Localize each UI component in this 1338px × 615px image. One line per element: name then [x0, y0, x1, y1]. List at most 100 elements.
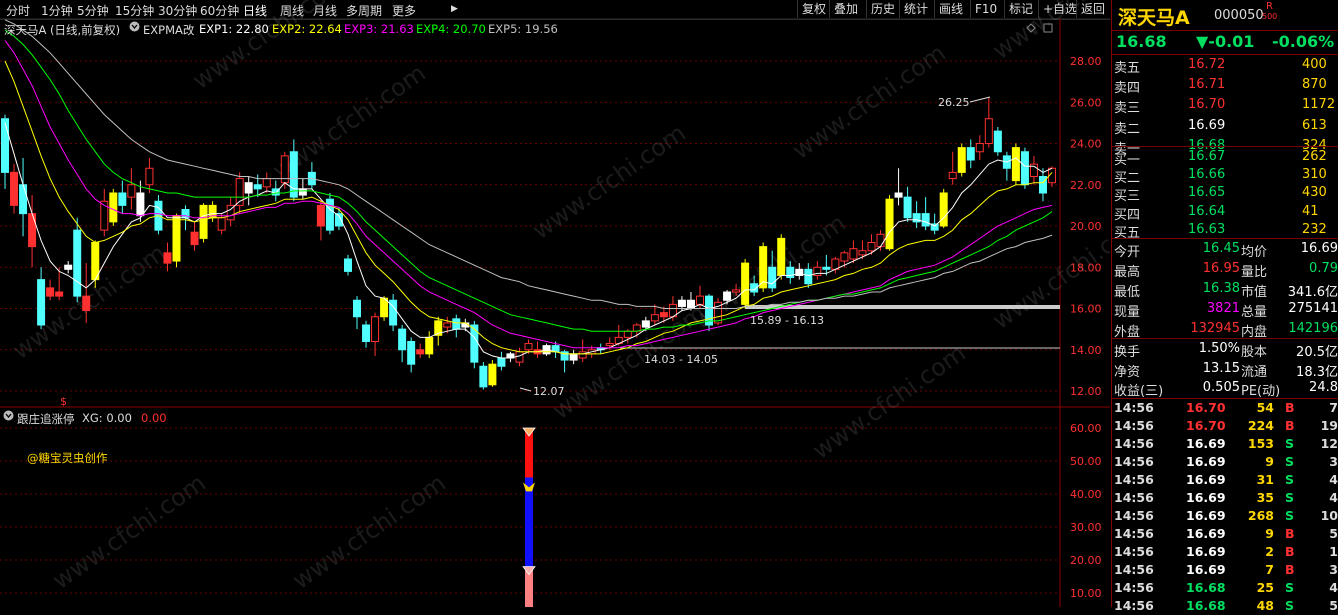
fund-row-0: 换手 1.50% 股本 20.5亿	[1112, 339, 1338, 360]
indicator-settings-icon[interactable]	[129, 21, 140, 35]
watermark-text: www.cfchi.com	[787, 39, 950, 165]
sub-axis-label: 60.00	[1070, 422, 1102, 435]
candle-body	[172, 215, 181, 262]
sell-row-1[interactable]: 卖四 16.71 870	[1112, 75, 1338, 96]
buy-row-0[interactable]: 买一 16.67 262	[1112, 147, 1338, 168]
candle-body	[343, 258, 352, 272]
tick-row-10: 14:56 16.68 25 S 4	[1112, 579, 1338, 597]
tick-price: 16.69	[1186, 454, 1226, 469]
stat-label: 均价	[1241, 245, 1268, 260]
buy-row-3[interactable]: 买四 16.64 41	[1112, 202, 1338, 223]
tick-price: 16.69	[1186, 472, 1226, 487]
fund-row-2: 收益(三) 0.505 PE(动) 24.8	[1112, 378, 1338, 399]
candle-body	[822, 266, 831, 270]
candle-body	[190, 231, 199, 246]
candle-body	[407, 341, 416, 365]
candle-body	[894, 192, 903, 198]
fund-label: 换手	[1114, 345, 1141, 360]
tick-row-8: 14:56 16.69 2 B 1	[1112, 543, 1338, 561]
candle-body	[984, 118, 993, 144]
candle-body	[849, 248, 858, 260]
candle-body	[497, 357, 506, 367]
candle-body	[1020, 151, 1029, 186]
stock-name: 深天马A	[1118, 7, 1190, 29]
sub-value: 0.00	[141, 411, 167, 425]
watermark-text: www.cfchi.com	[187, 0, 350, 95]
stat-label: 市值	[1241, 285, 1268, 300]
tick-row-4: 14:56 16.69 31 S 4	[1112, 471, 1338, 489]
candle-body	[19, 184, 28, 215]
buy-row-4[interactable]: 买五 16.63 232	[1112, 220, 1338, 241]
sell-label: 卖二	[1114, 121, 1141, 137]
candle-body	[768, 266, 777, 289]
candle-body	[452, 318, 461, 330]
candle-body	[362, 324, 371, 342]
tick-count: 4	[1329, 580, 1338, 595]
tick-price: 16.68	[1186, 598, 1226, 613]
kline-chart[interactable]: 28.0026.0024.0022.0020.0018.0016.0014.00…	[0, 0, 1110, 607]
stock-period-label: 深天马A (日线,前复权)	[4, 23, 121, 37]
candle-body	[732, 289, 741, 293]
candle-body	[777, 237, 786, 276]
candle-body	[118, 192, 127, 206]
stat-value: 16.95	[1202, 261, 1240, 276]
tick-count: 5	[1329, 526, 1338, 541]
tick-price: 16.68	[1186, 580, 1226, 595]
buy-price: 16.67	[1188, 149, 1226, 164]
candle-body	[55, 291, 64, 297]
candle-body	[163, 252, 172, 264]
candle-body	[885, 198, 894, 250]
tick-count: 19	[1320, 418, 1338, 433]
candle-body	[659, 312, 668, 318]
tick-price: 16.70	[1186, 418, 1226, 433]
sell-price: 16.72	[1188, 57, 1226, 72]
buy-row-1[interactable]: 买二 16.66 310	[1112, 165, 1338, 186]
high-annotation: 26.25	[938, 96, 970, 109]
buy-row-2[interactable]: 买三 16.65 430	[1112, 183, 1338, 204]
tick-time: 14:56	[1114, 526, 1154, 541]
exp3-value: EXP3: 21.63	[344, 22, 414, 36]
tick-row-11: 14:56 16.68 48 S 5	[1112, 597, 1338, 615]
sub-indicator-settings-icon[interactable]	[3, 410, 14, 424]
price-axis-label: 22.00	[1070, 179, 1102, 192]
tick-row-3: 14:56 16.69 9 S 3	[1112, 453, 1338, 471]
dollar-marker: $	[60, 395, 67, 408]
tick-volume: 48	[1256, 598, 1274, 613]
candle-body	[524, 343, 533, 351]
tick-volume: 268	[1247, 508, 1274, 523]
exp1-line	[4, 122, 1053, 359]
watermark-text: www.cfchi.com	[47, 469, 210, 595]
tick-volume: 54	[1256, 400, 1274, 415]
last-price: 16.68	[1116, 32, 1167, 51]
tick-volume: 2	[1265, 544, 1274, 559]
tick-direction: S	[1285, 580, 1295, 595]
watermark-text: www.cfchi.com	[287, 469, 450, 595]
price-axis-label: 28.00	[1070, 55, 1102, 68]
candle-body	[876, 233, 885, 248]
candle-body	[145, 167, 154, 186]
sub-indicator-name[interactable]: 跟庄追涨停	[17, 411, 75, 427]
candle-body	[289, 151, 298, 198]
tick-volume: 153	[1247, 436, 1274, 451]
tick-direction: B	[1285, 544, 1295, 559]
tick-direction: S	[1285, 490, 1295, 505]
tick-time: 14:56	[1114, 544, 1154, 559]
sell-row-0[interactable]: 卖五 16.72 400	[1112, 55, 1338, 76]
sell-row-2[interactable]: 卖三 16.70 1172	[1112, 95, 1338, 116]
candle-body	[244, 182, 253, 194]
tick-count: 10	[1320, 508, 1338, 523]
exp1-value: EXP1: 22.80	[199, 22, 269, 36]
indicator-name[interactable]: EXPMA改	[143, 22, 194, 38]
tick-volume: 31	[1256, 472, 1274, 487]
stat-value: 3821	[1206, 301, 1240, 316]
candle-body	[677, 299, 686, 307]
stat-row-3: 现量 3821 总量 275141	[1112, 299, 1338, 320]
tick-direction: S	[1285, 436, 1295, 451]
candle-body	[64, 264, 73, 270]
tick-row-0: 14:56 16.70 54 B 7	[1112, 399, 1338, 417]
quote-title: 深天马A 000050 R 500	[1112, 0, 1338, 30]
sell-row-3[interactable]: 卖二 16.69 613	[1112, 116, 1338, 137]
tick-direction: S	[1285, 508, 1295, 523]
candle-body	[443, 322, 452, 328]
candle-body	[199, 204, 208, 239]
